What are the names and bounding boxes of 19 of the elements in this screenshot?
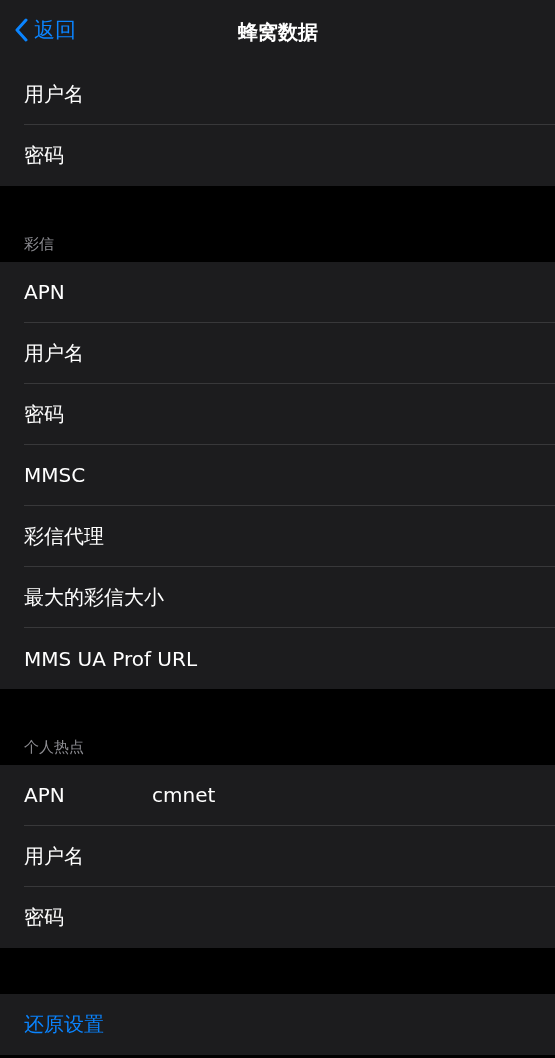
field-value[interactable]: cmnet (152, 783, 216, 807)
field-label[interactable]: 密码 (24, 400, 152, 428)
chevron-left-icon (14, 18, 28, 42)
field-label[interactable]: MMS UA Prof URL (24, 646, 198, 671)
field-label[interactable]: 彩信代理 (24, 522, 152, 550)
field-label[interactable]: 密码 (24, 142, 152, 169)
back-button[interactable]: 返回 (10, 14, 80, 46)
field-label[interactable]: APN (24, 280, 152, 304)
field-label[interactable]: APN (24, 783, 152, 807)
field-label[interactable]: 用户名 (24, 339, 152, 367)
reset-settings-link[interactable]: 还原设置 (24, 1011, 104, 1038)
field-label[interactable]: 用户名 (24, 80, 152, 108)
field-label[interactable]: MMSC (24, 463, 152, 487)
section-header: 个人热点 (24, 738, 84, 757)
page-title: 蜂窝数据 (237, 18, 318, 46)
field-label[interactable]: 用户名 (24, 842, 152, 870)
section-header: 彩信 (24, 235, 54, 254)
field-label[interactable]: 密码 (24, 904, 152, 931)
field-label[interactable]: 最大的彩信大小 (24, 583, 164, 611)
